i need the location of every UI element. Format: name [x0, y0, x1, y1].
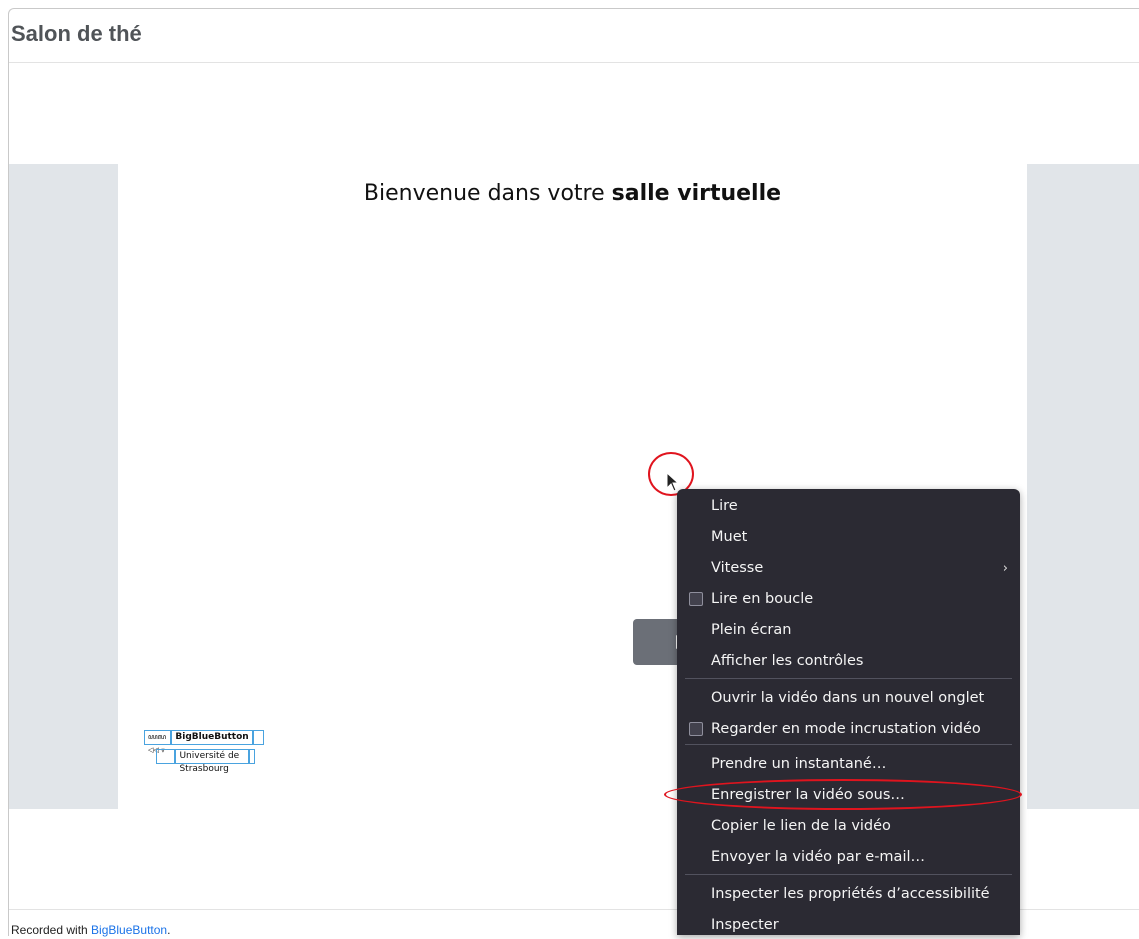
menu-separator — [685, 678, 1012, 679]
slide-heading: Bienvenue dans votre salle virtuelle — [118, 181, 1027, 206]
menu-item-label: Lire en boucle — [711, 591, 814, 607]
menu-item-show-controls[interactable]: Afficher les contrôles — [677, 648, 1020, 675]
page-title: Salon de thé — [11, 21, 142, 46]
logo-brand: BigBlueButton — [171, 730, 253, 745]
menu-item-copy-video-link[interactable]: Copier le lien de la vidéo — [677, 813, 1020, 840]
menu-item-label: Afficher les contrôles — [711, 653, 864, 669]
menu-item-speed[interactable]: Vitesse › — [677, 555, 1020, 582]
logo-institution: Université de Strasbourg — [175, 749, 249, 774]
menu-item-loop[interactable]: Lire en boucle — [677, 586, 1020, 613]
menu-item-picture-in-picture[interactable]: Regarder en mode incrustation vidéo — [677, 716, 1020, 743]
menu-item-label: Inspecter les propriétés d’accessibilité — [711, 886, 990, 902]
menu-item-mute[interactable]: Muet — [677, 524, 1020, 551]
annotation-ellipse — [664, 779, 1022, 810]
slide-heading-normal: Bienvenue dans votre — [363, 181, 612, 206]
menu-item-label: Envoyer la vidéo par e-mail… — [711, 849, 925, 865]
page-header: Salon de thé — [9, 9, 1139, 63]
logo-blank-cell — [252, 730, 265, 745]
logo-icons: ꦪꦭ ◁◁ ⩔ — [144, 730, 172, 754]
menu-item-fullscreen[interactable]: Plein écran — [677, 617, 1020, 644]
checkbox[interactable] — [689, 592, 703, 606]
logo-blank-cell-right — [248, 749, 256, 764]
context-menu: Lire Muet Vitesse › Lire en boucle Plein écra… — [677, 489, 1020, 935]
menu-item-take-snapshot[interactable]: Prendre un instantané… — [677, 751, 1020, 778]
menu-item-label: Copier le lien de la vidéo — [711, 818, 891, 834]
menu-item-label: Plein écran — [711, 622, 792, 638]
checkbox[interactable] — [689, 722, 703, 736]
mouse-cursor-icon — [666, 472, 680, 492]
menu-item-label: Muet — [711, 529, 748, 545]
menu-item-label: Ouvrir la vidéo dans un nouvel onglet — [711, 690, 985, 706]
chevron-right-icon: › — [1002, 561, 1008, 576]
menu-item-label: Vitesse — [711, 560, 764, 576]
menu-item-inspect-accessibility[interactable]: Inspecter les propriétés d’accessibilité — [677, 881, 1020, 908]
slide-heading-bold: salle virtuelle — [611, 181, 782, 206]
logo-blank-cell-left — [156, 749, 176, 764]
menu-item-email-video[interactable]: Envoyer la vidéo par e-mail… — [677, 844, 1020, 871]
menu-item-open-in-new-tab[interactable]: Ouvrir la vidéo dans un nouvel onglet — [677, 685, 1020, 712]
menu-item-label: Prendre un instantané… — [711, 756, 887, 772]
menu-item-label: Regarder en mode incrustation vidéo — [711, 721, 981, 737]
menu-separator — [685, 744, 1012, 745]
menu-separator — [685, 874, 1012, 875]
menu-item-label: Lire — [711, 498, 738, 514]
menu-item-play[interactable]: Lire — [677, 493, 1020, 520]
